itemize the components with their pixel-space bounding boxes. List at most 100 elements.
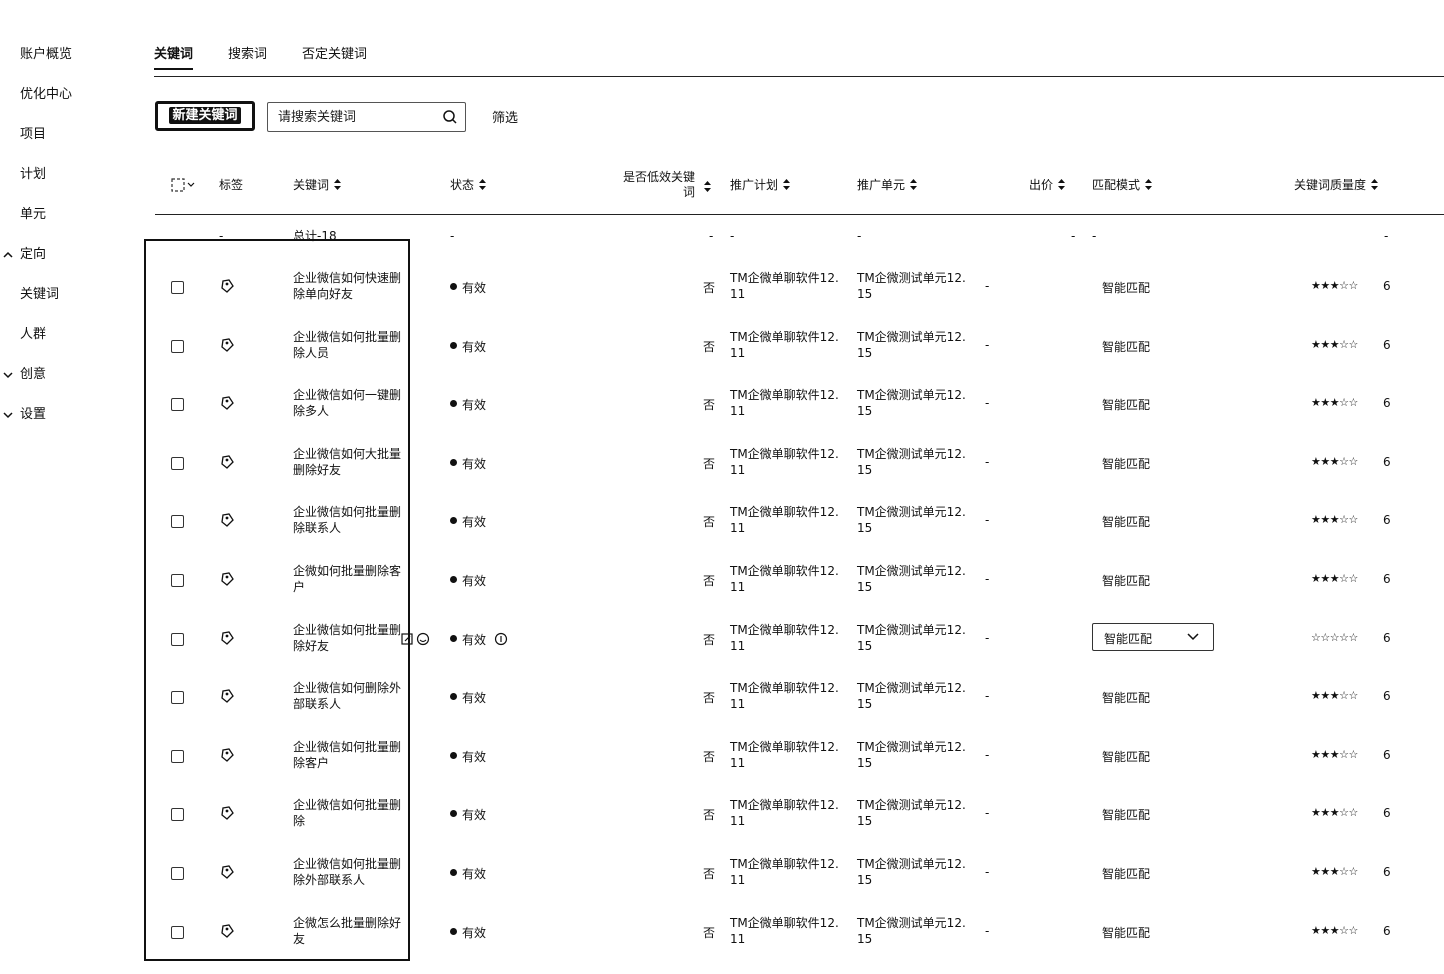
sort-icon — [1145, 179, 1153, 190]
low-effect-value: 否 — [703, 808, 716, 822]
plan-link[interactable]: TM企微单聊软件12.11 — [730, 504, 842, 536]
quality-stars: ☆☆☆☆☆ — [1311, 631, 1358, 644]
sort-icon — [783, 179, 791, 190]
unit-link[interactable]: TM企微测试单元12.15 — [857, 797, 969, 829]
tab-negative-keywords[interactable]: 否定关键词 — [302, 44, 367, 68]
sort-icon — [479, 179, 487, 190]
plan-link[interactable]: TM企微单聊软件12.11 — [730, 797, 842, 829]
unit-link[interactable]: TM企微测试单元12.15 — [857, 915, 969, 947]
status-text: 有效 — [462, 926, 487, 940]
status-dot-icon — [450, 342, 457, 349]
quality-score: 6 — [1383, 396, 1391, 410]
bid-value: - — [985, 865, 990, 879]
status-text: 有效 — [462, 633, 487, 647]
status-text: 有效 — [462, 340, 487, 354]
unit-link[interactable]: TM企微测试单元12.15 — [857, 680, 969, 712]
match-mode-select[interactable]: 智能匹配 — [1092, 623, 1214, 651]
tab-search-terms[interactable]: 搜索词 — [228, 44, 267, 68]
low-effect-value: 否 — [703, 457, 716, 471]
unit-link[interactable]: TM企微测试单元12.15 — [857, 504, 969, 536]
quality-score: 6 — [1383, 513, 1391, 527]
header-low-effect[interactable]: 是否低效关键词 — [617, 170, 695, 200]
plan-link[interactable]: TM企微单聊软件12.11 — [730, 270, 842, 302]
header-bid-label: 出价 — [1029, 178, 1054, 192]
match-mode-value: 智能匹配 — [1102, 515, 1151, 529]
summary-quality: - — [1384, 229, 1389, 243]
match-mode-selected-value: 智能匹配 — [1104, 632, 1153, 646]
status-text: 有效 — [462, 750, 487, 764]
status-text: 有效 — [462, 457, 487, 471]
plan-link[interactable]: TM企微单聊软件12.11 — [730, 680, 842, 712]
quality-score: 6 — [1383, 806, 1391, 820]
bid-value: - — [985, 924, 990, 938]
filter-button[interactable]: 筛选 — [492, 107, 518, 126]
unit-link[interactable]: TM企微测试单元12.15 — [857, 563, 969, 595]
search-input[interactable] — [278, 107, 438, 127]
low-effect-value: 否 — [703, 691, 716, 705]
plan-link[interactable]: TM企微单聊软件12.11 — [730, 739, 842, 771]
header-plan[interactable]: 推广计划 — [730, 178, 791, 193]
plan-link[interactable]: TM企微单聊软件12.11 — [730, 856, 842, 888]
chevron-up-icon — [3, 251, 13, 258]
unit-link[interactable]: TM企微测试单元12.15 — [857, 856, 969, 888]
status-text: 有效 — [462, 515, 487, 529]
header-status-label: 状态 — [450, 178, 475, 192]
header-tag: 标签 — [219, 178, 244, 192]
header-keyword[interactable]: 关键词 — [293, 178, 342, 193]
quality-stars: ★★★☆☆ — [1311, 748, 1358, 761]
low-effect-value: 否 — [703, 515, 716, 529]
header-status[interactable]: 状态 — [450, 178, 487, 193]
plan-link[interactable]: TM企微单聊软件12.11 — [730, 446, 842, 478]
plan-link[interactable]: TM企微单聊软件12.11 — [730, 622, 842, 654]
match-mode-value: 智能匹配 — [1102, 281, 1151, 295]
status-text: 有效 — [462, 574, 487, 588]
header-keyword-label: 关键词 — [293, 178, 330, 192]
status-dot-icon — [450, 517, 457, 524]
plan-link[interactable]: TM企微单聊软件12.11 — [730, 329, 842, 361]
quality-score: 6 — [1383, 572, 1391, 586]
summary-low-effect: - — [709, 229, 714, 243]
search-icon[interactable] — [442, 109, 458, 125]
chevron-down-icon — [3, 372, 13, 379]
status-text: 有效 — [462, 281, 487, 295]
new-keyword-button[interactable]: 新建关键词 — [155, 101, 255, 131]
header-match[interactable]: 匹配模式 — [1092, 178, 1153, 193]
unit-link[interactable]: TM企微测试单元12.15 — [857, 446, 969, 478]
status-dot-icon — [450, 752, 457, 759]
tab-keywords[interactable]: 关键词 — [154, 44, 194, 70]
unit-link[interactable]: TM企微测试单元12.15 — [857, 387, 969, 419]
info-icon[interactable] — [494, 632, 508, 646]
header-match-label: 匹配模式 — [1092, 178, 1141, 192]
header-low-effect-label: 是否低效关键词 — [622, 170, 695, 199]
unit-link[interactable]: TM企微测试单元12.15 — [857, 270, 969, 302]
status-dot-icon — [450, 810, 457, 817]
header-bid[interactable]: 出价 — [1029, 178, 1066, 193]
unit-link[interactable]: TM企微测试单元12.15 — [857, 329, 969, 361]
plan-link[interactable]: TM企微单聊软件12.11 — [730, 915, 842, 947]
header-unit[interactable]: 推广单元 — [857, 178, 918, 193]
match-mode-value: 智能匹配 — [1102, 398, 1151, 412]
sidebar-item-label: 单元 — [20, 207, 47, 222]
bid-value: - — [985, 279, 990, 293]
header-quality[interactable]: 关键词质量度 — [1294, 178, 1379, 193]
unit-link[interactable]: TM企微测试单元12.15 — [857, 739, 969, 771]
search-box — [267, 102, 466, 132]
plan-link[interactable]: TM企微单聊软件12.11 — [730, 563, 842, 595]
status-text: 有效 — [462, 867, 487, 881]
match-mode-value: 智能匹配 — [1102, 457, 1151, 471]
status-dot-icon — [450, 400, 457, 407]
bid-value: - — [985, 513, 990, 527]
match-mode-value: 智能匹配 — [1102, 867, 1151, 881]
quality-score: 6 — [1383, 748, 1391, 762]
status-dot-icon — [450, 693, 457, 700]
summary-plan: - — [730, 229, 735, 243]
unit-link[interactable]: TM企微测试单元12.15 — [857, 622, 969, 654]
header-unit-label: 推广单元 — [857, 178, 906, 192]
select-all-checkbox[interactable] — [171, 178, 197, 196]
sidebar-item-label: 设置 — [20, 407, 47, 422]
sort-icon[interactable] — [704, 181, 711, 192]
plan-link[interactable]: TM企微单聊软件12.11 — [730, 387, 842, 419]
quality-stars: ★★★☆☆ — [1311, 689, 1358, 702]
low-effect-value: 否 — [703, 867, 716, 881]
bid-value: - — [985, 338, 990, 352]
